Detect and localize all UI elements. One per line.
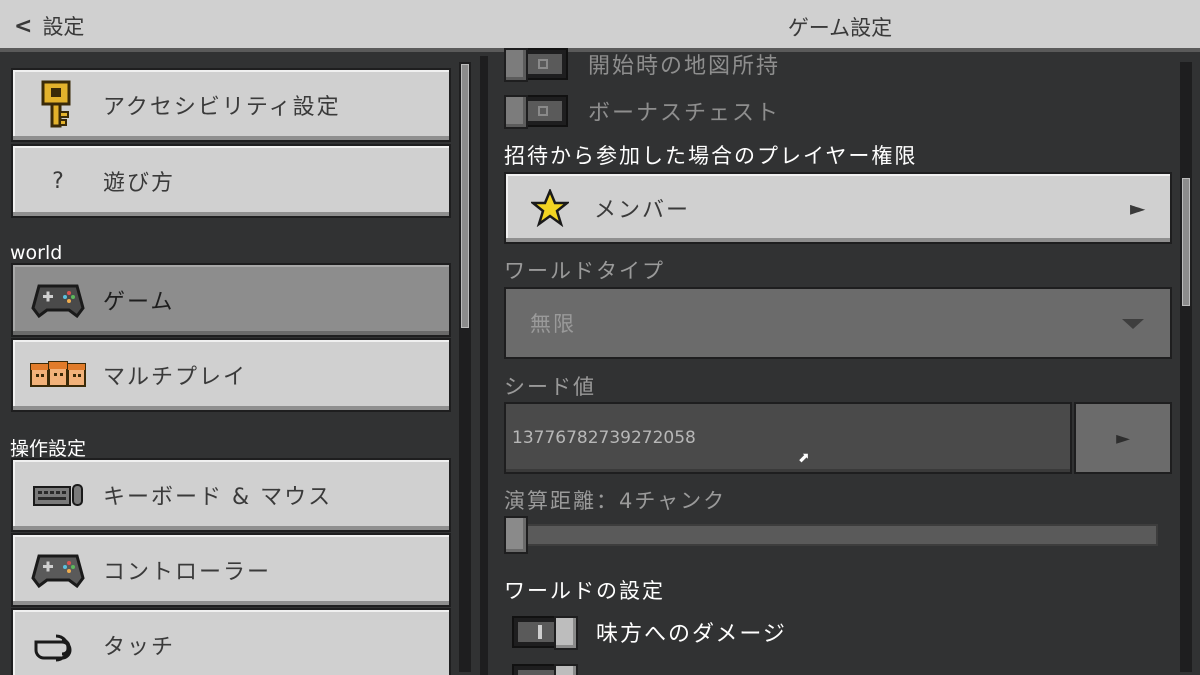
simulation-distance-label: 演算距離：4チャンク xyxy=(504,489,727,513)
sidebar-item-label: キーボード & マウス xyxy=(103,485,333,510)
panel-divider xyxy=(480,56,488,675)
question-icon: ? xyxy=(52,168,64,194)
players-icon xyxy=(13,360,103,390)
keyboard-mouse-icon xyxy=(13,482,103,508)
sidebar-item-label: ゲーム xyxy=(103,290,175,315)
star-icon xyxy=(506,189,594,227)
sidebar-item-keyboard-mouse[interactable]: キーボード & マウス xyxy=(11,458,451,532)
invite-permission-button[interactable]: メンバー ► xyxy=(504,172,1172,244)
mouse-cursor-icon: ⬈ xyxy=(798,450,810,466)
starting-map-toggle[interactable] xyxy=(504,48,568,82)
starting-map-row: 開始時の地図所持 xyxy=(504,44,780,84)
key-icon xyxy=(13,80,103,130)
starting-map-label: 開始時の地図所持 xyxy=(588,54,781,79)
invite-permission-value: メンバー xyxy=(594,198,691,223)
friendly-fire-row: 味方へのダメージ xyxy=(512,612,787,652)
sidebar-item-controller[interactable]: コントローラー xyxy=(11,533,451,607)
sidebar-item-how-to-play[interactable]: ? 遊び方 xyxy=(11,144,451,218)
world-settings-heading: ワールドの設定 xyxy=(504,579,665,603)
content-scrollbar-thumb[interactable] xyxy=(1182,178,1190,306)
back-button[interactable]: < 設定 xyxy=(14,10,84,42)
slider-rail xyxy=(504,524,1158,546)
next-toggle[interactable] xyxy=(512,664,578,675)
bonus-chest-label: ボーナスチェスト xyxy=(588,101,781,126)
bonus-chest-row: ボーナスチェスト xyxy=(504,91,780,131)
seed-label: シード値 xyxy=(504,375,596,399)
next-toggle-row xyxy=(512,660,578,675)
controller-icon xyxy=(13,552,103,588)
sidebar-scrollbar-thumb[interactable] xyxy=(461,64,469,328)
bonus-chest-toggle[interactable] xyxy=(504,95,568,129)
chevron-right-icon: ► xyxy=(1130,196,1146,220)
chevron-down-icon xyxy=(1122,319,1144,329)
seed-value: 13776782739272058 xyxy=(512,428,696,448)
back-label: 設定 xyxy=(42,15,85,39)
sidebar-item-label: 遊び方 xyxy=(103,171,176,196)
sidebar-item-game[interactable]: ゲーム xyxy=(11,263,451,337)
sidebar-item-touch[interactable]: タッチ xyxy=(11,608,451,675)
friendly-fire-toggle[interactable] xyxy=(512,616,578,650)
invite-permission-label: 招待から参加した場合のプレイヤー権限 xyxy=(504,144,918,168)
world-type-label: ワールドタイプ xyxy=(504,259,665,283)
sidebar-item-label: マルチプレイ xyxy=(103,365,248,390)
controller-icon xyxy=(13,282,103,318)
chevron-right-icon: ► xyxy=(1116,427,1130,449)
seed-input[interactable]: 13776782739272058 xyxy=(504,402,1072,474)
world-type-value: 無限 xyxy=(530,312,576,336)
sidebar-item-accessibility[interactable]: アクセシビリティ設定 xyxy=(11,68,451,142)
chevron-left-icon: < xyxy=(14,13,33,39)
page-title: ゲーム設定 xyxy=(787,16,893,40)
content-scrollbar[interactable] xyxy=(1180,62,1192,672)
section-label-controls: 操作設定 xyxy=(10,438,87,460)
touch-hand-icon xyxy=(13,628,103,662)
sidebar-item-label: コントローラー xyxy=(103,560,272,585)
seed-picker-button[interactable]: ► xyxy=(1074,402,1172,474)
sidebar-item-multiplayer[interactable]: マルチプレイ xyxy=(11,338,451,412)
slider-thumb[interactable] xyxy=(504,516,528,554)
world-type-dropdown[interactable]: 無限 xyxy=(504,287,1172,359)
friendly-fire-label: 味方へのダメージ xyxy=(596,622,787,647)
sidebar-item-label: アクセシビリティ設定 xyxy=(103,95,341,120)
simulation-distance-slider[interactable] xyxy=(504,516,1158,554)
section-label-world: world xyxy=(10,242,63,264)
sidebar-item-label: タッチ xyxy=(103,635,176,660)
